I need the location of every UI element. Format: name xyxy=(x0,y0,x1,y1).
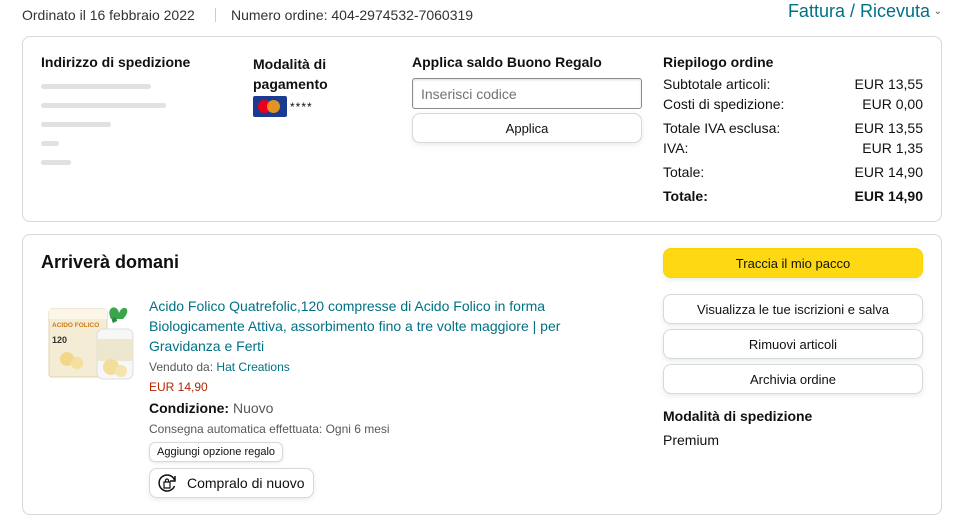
chevron-down-icon[interactable]: ⌄ xyxy=(934,6,942,17)
summary-value: EUR 14,90 xyxy=(854,164,923,180)
condition-label: Condizione: xyxy=(149,400,230,416)
product-image-count: 120 xyxy=(52,335,67,345)
product-price: EUR 14,90 xyxy=(149,380,208,394)
payment-card: **** xyxy=(253,96,383,117)
product-info: Acido Folico Quatrefolic,120 compresse d… xyxy=(149,296,599,498)
summary-label: Costi di spedizione: xyxy=(663,96,785,112)
redacted-address xyxy=(41,84,241,165)
order-number: Numero ordine: 404-2974532-7060319 xyxy=(231,7,474,23)
summary-value: EUR 1,35 xyxy=(862,140,923,156)
buy-again-icon xyxy=(158,474,176,492)
seller-link[interactable]: Hat Creations xyxy=(216,360,289,374)
summary-value: EUR 13,55 xyxy=(854,76,923,92)
shipment-actions: Traccia il mio pacco Visualizza le tue i… xyxy=(663,248,923,448)
summary-row: Subtotale articoli: EUR 13,55 xyxy=(663,74,923,94)
add-gift-option-button[interactable]: Aggiungi opzione regalo xyxy=(149,442,284,462)
delivery-status: Arriverà domani xyxy=(41,252,180,272)
shipping-method-value: Premium xyxy=(663,432,720,448)
payment-section: Modalità di pagamento **** xyxy=(253,54,383,117)
shipping-method-title: Modalità di spedizione xyxy=(663,408,813,424)
view-subscriptions-button[interactable]: Visualizza le tue iscrizioni e salva xyxy=(663,294,923,324)
card-mask: **** xyxy=(290,99,313,114)
redacted-line xyxy=(41,160,71,165)
redacted-line xyxy=(41,141,59,146)
summary-label: IVA: xyxy=(663,140,689,156)
remove-items-button[interactable]: Rimuovi articoli xyxy=(663,329,923,359)
order-summary: Riepilogo ordine Subtotale articoli: EUR… xyxy=(663,54,923,206)
auto-delivery-info: Consegna automatica effettuata: Ogni 6 m… xyxy=(149,422,390,436)
payment-title: Modalità di pagamento xyxy=(253,56,328,92)
summary-row: Totale: EUR 14,90 xyxy=(663,162,923,182)
gift-code-input[interactable] xyxy=(412,78,642,109)
order-date: Ordinato il 16 febbraio 2022 xyxy=(22,7,195,23)
summary-row: Costi di spedizione: EUR 0,00 xyxy=(663,94,923,114)
header-divider xyxy=(215,8,216,22)
summary-value: EUR 13,55 xyxy=(854,120,923,136)
shipment-panel: Arriverà domani ACIDO FOLICO 120 Acido F… xyxy=(22,234,942,515)
apply-button[interactable]: Applica xyxy=(412,113,642,143)
gift-card-section: Applica saldo Buono Regalo Applica xyxy=(412,54,642,143)
summary-label: Subtotale articoli: xyxy=(663,76,771,92)
sold-by: Venduto da: Hat Creations xyxy=(149,360,599,374)
shipping-address-title: Indirizzo di spedizione xyxy=(41,54,191,70)
summary-value: EUR 0,00 xyxy=(862,96,923,112)
summary-title: Riepilogo ordine xyxy=(663,54,774,70)
redacted-line xyxy=(41,103,166,108)
product-condition: Condizione: Nuovo xyxy=(149,400,599,416)
sold-by-label: Venduto da: xyxy=(149,360,214,374)
summary-row: Totale IVA esclusa: EUR 13,55 xyxy=(663,118,923,138)
grand-total-value: EUR 14,90 xyxy=(854,188,923,204)
mastercard-icon xyxy=(253,96,287,117)
grand-total-row: Totale: EUR 14,90 xyxy=(663,186,923,206)
track-package-button[interactable]: Traccia il mio pacco xyxy=(663,248,923,278)
gift-card-title: Applica saldo Buono Regalo xyxy=(412,54,602,70)
product-image-label: ACIDO FOLICO xyxy=(52,322,99,329)
buy-again-label: Compralo di nuovo xyxy=(187,475,305,491)
condition-value: Nuovo xyxy=(233,400,274,416)
redacted-line xyxy=(41,122,111,127)
product-title-link[interactable]: Acido Folico Quatrefolic,120 compresse d… xyxy=(149,296,599,356)
order-header: Ordinato il 16 febbraio 2022 Numero ordi… xyxy=(22,1,942,26)
product-image[interactable]: ACIDO FOLICO 120 xyxy=(47,299,135,383)
summary-row: IVA: EUR 1,35 xyxy=(663,138,923,158)
summary-label: Totale: xyxy=(663,164,705,180)
redacted-line xyxy=(41,84,151,89)
shipping-address-section: Indirizzo di spedizione xyxy=(41,54,241,165)
order-details-panel: Indirizzo di spedizione Modalità di paga… xyxy=(22,36,942,222)
archive-order-button[interactable]: Archivia ordine xyxy=(663,364,923,394)
invoice-link[interactable]: Fattura / Ricevuta xyxy=(788,1,930,22)
buy-again-button[interactable]: Compralo di nuovo xyxy=(149,468,314,498)
grand-total-label: Totale: xyxy=(663,188,708,204)
summary-label: Totale IVA esclusa: xyxy=(663,120,781,136)
